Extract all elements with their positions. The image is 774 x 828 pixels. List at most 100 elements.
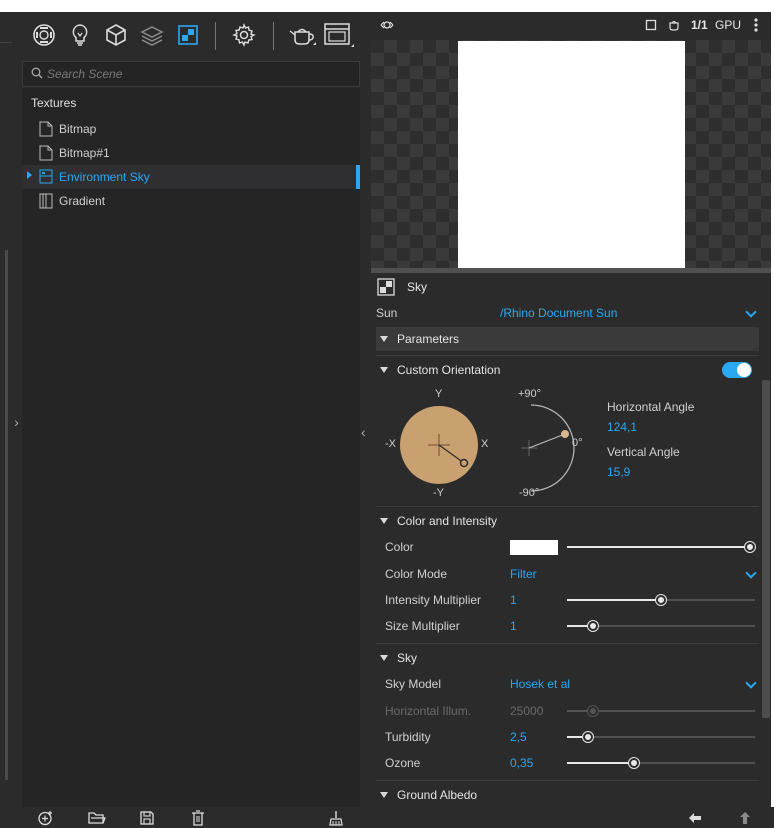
expand-arrow-icon[interactable] bbox=[27, 171, 32, 179]
intensity-slider[interactable] bbox=[567, 594, 755, 606]
add-icon[interactable] bbox=[37, 810, 55, 826]
section-sky[interactable]: Sky bbox=[376, 646, 759, 670]
section-title: Custom Orientation bbox=[397, 363, 501, 377]
tree-item-label: Bitmap bbox=[59, 122, 97, 136]
ozone-label: Ozone bbox=[385, 756, 421, 770]
properties-panel: Sky Sun /Rhino Document Sun Parameters C… bbox=[371, 273, 772, 807]
panel-splitter[interactable]: ‹ bbox=[360, 12, 371, 807]
compass-bottom-label: -Y bbox=[433, 487, 444, 499]
teapot-icon[interactable] bbox=[287, 22, 317, 48]
preview-teapot-icon[interactable] bbox=[666, 18, 682, 32]
turbidity-slider[interactable] bbox=[567, 731, 755, 743]
expand-left-chevron-icon[interactable]: › bbox=[12, 414, 21, 430]
custom-orientation-toggle[interactable] bbox=[722, 362, 752, 378]
sky-model-row: Sky Model Hosek et al bbox=[371, 672, 761, 696]
color-mode-value[interactable]: Filter bbox=[510, 567, 537, 581]
horizontal-illum-row: Horizontal Illum. 25000 bbox=[371, 699, 761, 723]
turbidity-label: Turbidity bbox=[385, 730, 431, 744]
sun-value[interactable]: /Rhino Document Sun bbox=[500, 306, 617, 320]
delete-icon[interactable] bbox=[189, 810, 207, 826]
compass-top-label: Y bbox=[435, 388, 443, 400]
tree-heading: Textures bbox=[31, 96, 77, 110]
sun-row: Sun /Rhino Document Sun bbox=[371, 301, 761, 325]
properties-scrollbar[interactable] bbox=[762, 380, 770, 718]
color-mode-label: Color Mode bbox=[385, 567, 448, 581]
search-input[interactable] bbox=[47, 65, 347, 83]
collapse-triangle-icon bbox=[380, 518, 388, 524]
ozone-value[interactable]: 0,35 bbox=[510, 756, 533, 770]
intensity-value[interactable]: 1 bbox=[510, 593, 517, 607]
save-icon[interactable] bbox=[138, 810, 156, 826]
horizontal-angle-value[interactable]: 124,1 bbox=[607, 420, 637, 434]
vertical-angle-label: Vertical Angle bbox=[607, 445, 680, 459]
ozone-row: Ozone 0,35 bbox=[371, 751, 761, 775]
size-value[interactable]: 1 bbox=[510, 619, 517, 633]
size-row: Size Multiplier 1 bbox=[371, 614, 761, 638]
collapse-triangle-icon bbox=[380, 792, 388, 798]
preview-toolbar: 1/1 GPU bbox=[371, 12, 772, 40]
turbidity-row: Turbidity 2,5 bbox=[371, 725, 761, 749]
broom-icon[interactable] bbox=[327, 810, 345, 826]
tree-item-bitmap[interactable]: Bitmap bbox=[22, 117, 360, 141]
preview-settings-icon[interactable] bbox=[379, 18, 395, 32]
preview-engine[interactable]: GPU bbox=[715, 18, 741, 32]
section-ground-albedo[interactable]: Ground Albedo bbox=[376, 783, 759, 807]
panel-title: Sky bbox=[407, 280, 428, 294]
color-slider[interactable] bbox=[567, 541, 755, 553]
ground-plane-icon[interactable] bbox=[139, 22, 165, 48]
section-custom-orientation[interactable]: Custom Orientation bbox=[376, 358, 759, 382]
collapse-triangle-icon bbox=[380, 655, 388, 661]
tree-item-environment-sky[interactable]: Environment Sky bbox=[22, 165, 360, 189]
elevation-middle-label: 0° bbox=[572, 437, 583, 449]
bitmap-icon bbox=[39, 145, 53, 161]
elevation-top-label: +90° bbox=[518, 388, 542, 400]
chevron-down-icon[interactable] bbox=[745, 306, 757, 318]
section-title: Parameters bbox=[397, 332, 460, 346]
settings-icon[interactable] bbox=[231, 22, 257, 48]
preview-image bbox=[458, 41, 685, 268]
left-edge-scrollbar[interactable] bbox=[5, 250, 8, 780]
environments-icon[interactable] bbox=[103, 22, 129, 48]
ozone-slider[interactable] bbox=[567, 757, 755, 769]
elevation-dial[interactable] bbox=[517, 401, 577, 495]
collapse-chevron-icon[interactable]: ‹ bbox=[361, 424, 366, 440]
tree-item-label: Bitmap#1 bbox=[59, 146, 110, 160]
color-swatch[interactable] bbox=[510, 540, 558, 555]
chevron-down-icon[interactable] bbox=[745, 567, 757, 579]
compass-right-label: X bbox=[481, 438, 489, 450]
color-row: Color bbox=[371, 535, 761, 559]
size-label: Size Multiplier bbox=[385, 619, 460, 633]
sky-texture-icon bbox=[39, 169, 53, 184]
section-parameters[interactable]: Parameters bbox=[376, 327, 759, 351]
horizontal-angle-label: Horizontal Angle bbox=[607, 400, 695, 414]
preview-scale[interactable]: 1/1 bbox=[691, 18, 708, 32]
open-folder-icon[interactable] bbox=[88, 810, 106, 826]
tree-item-gradient[interactable]: Gradient bbox=[22, 189, 360, 213]
sky-model-value[interactable]: Hosek et al bbox=[510, 677, 570, 691]
sun-label: Sun bbox=[376, 306, 398, 320]
vertical-angle-value[interactable]: 15,9 bbox=[607, 465, 630, 479]
left-collapse-strip[interactable] bbox=[12, 60, 21, 807]
preview-shape-icon[interactable] bbox=[645, 19, 657, 31]
compass-left-label: -X bbox=[385, 438, 396, 450]
section-title: Color and Intensity bbox=[397, 514, 498, 528]
search-box bbox=[22, 61, 360, 87]
content-type-toolbar bbox=[12, 12, 370, 60]
back-arrow-icon[interactable] bbox=[686, 810, 704, 826]
section-color-intensity[interactable]: Color and Intensity bbox=[376, 509, 759, 533]
up-arrow-icon[interactable] bbox=[736, 810, 754, 826]
lights-icon[interactable] bbox=[67, 22, 93, 48]
section-title: Ground Albedo bbox=[397, 788, 478, 802]
horizontal-illum-slider bbox=[567, 705, 755, 717]
bitmap-icon bbox=[39, 121, 53, 137]
turbidity-value[interactable]: 2,5 bbox=[510, 730, 527, 744]
more-options-icon[interactable] bbox=[753, 17, 759, 33]
chevron-down-icon[interactable] bbox=[745, 677, 757, 689]
collapse-triangle-icon bbox=[380, 336, 388, 342]
elevation-bottom-label: -90° bbox=[519, 487, 540, 499]
window-icon[interactable] bbox=[323, 22, 355, 48]
textures-icon[interactable] bbox=[175, 22, 201, 48]
size-slider[interactable] bbox=[567, 620, 755, 632]
materials-icon[interactable] bbox=[31, 22, 57, 48]
tree-item-bitmap-1[interactable]: Bitmap#1 bbox=[22, 141, 360, 165]
